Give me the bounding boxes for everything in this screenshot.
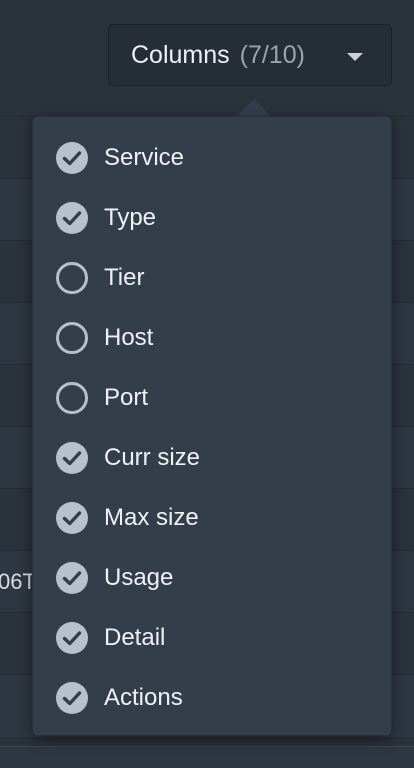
check-circle-icon bbox=[55, 621, 89, 655]
column-toggle-detail[interactable]: Detail bbox=[33, 608, 391, 668]
column-toggle-actions[interactable]: Actions bbox=[33, 668, 391, 728]
columns-popover: Service Type Tier Host Port Curr size Max size… bbox=[32, 116, 392, 736]
column-toggle-label: Detail bbox=[104, 624, 166, 651]
columns-button-label: Columns bbox=[131, 40, 230, 69]
column-toggle-label: Tier bbox=[104, 264, 145, 291]
check-circle-icon bbox=[55, 681, 89, 715]
check-circle-icon bbox=[55, 201, 89, 235]
column-toggle-service[interactable]: Service bbox=[33, 128, 391, 188]
column-toggle-label: Service bbox=[104, 144, 185, 171]
page: 06T Columns (7/10) Service Type Tier Host Po… bbox=[0, 0, 414, 768]
columns-menu-list: Service Type Tier Host Port Curr size Max size… bbox=[33, 128, 391, 728]
column-toggle-label: Curr size bbox=[104, 444, 201, 471]
columns-count-badge: (7/10) bbox=[239, 40, 305, 69]
empty-circle-icon bbox=[55, 381, 89, 415]
table-footer-row bbox=[0, 746, 414, 768]
column-toggle-label: Usage bbox=[104, 564, 174, 591]
column-toggle-label: Host bbox=[104, 324, 154, 351]
empty-circle-icon bbox=[55, 321, 89, 355]
check-circle-icon bbox=[55, 561, 89, 595]
column-toggle-host[interactable]: Host bbox=[33, 308, 391, 368]
column-toggle-label: Max size bbox=[104, 504, 199, 531]
column-toggle-label: Type bbox=[104, 204, 157, 231]
popover-arrow bbox=[237, 99, 271, 116]
column-toggle-label: Port bbox=[104, 384, 149, 411]
table-cell-text: 06T bbox=[0, 569, 36, 594]
columns-dropdown-button[interactable]: Columns (7/10) bbox=[108, 24, 392, 86]
column-toggle-port[interactable]: Port bbox=[33, 368, 391, 428]
column-toggle-label: Actions bbox=[104, 684, 183, 711]
column-toggle-type[interactable]: Type bbox=[33, 188, 391, 248]
column-toggle-curr-size[interactable]: Curr size bbox=[33, 428, 391, 488]
check-circle-icon bbox=[55, 501, 89, 535]
check-circle-icon bbox=[55, 441, 89, 475]
column-toggle-tier[interactable]: Tier bbox=[33, 248, 391, 308]
column-toggle-max-size[interactable]: Max size bbox=[33, 488, 391, 548]
caret-down-icon bbox=[347, 53, 363, 61]
column-toggle-usage[interactable]: Usage bbox=[33, 548, 391, 608]
check-circle-icon bbox=[55, 141, 89, 175]
empty-circle-icon bbox=[55, 261, 89, 295]
